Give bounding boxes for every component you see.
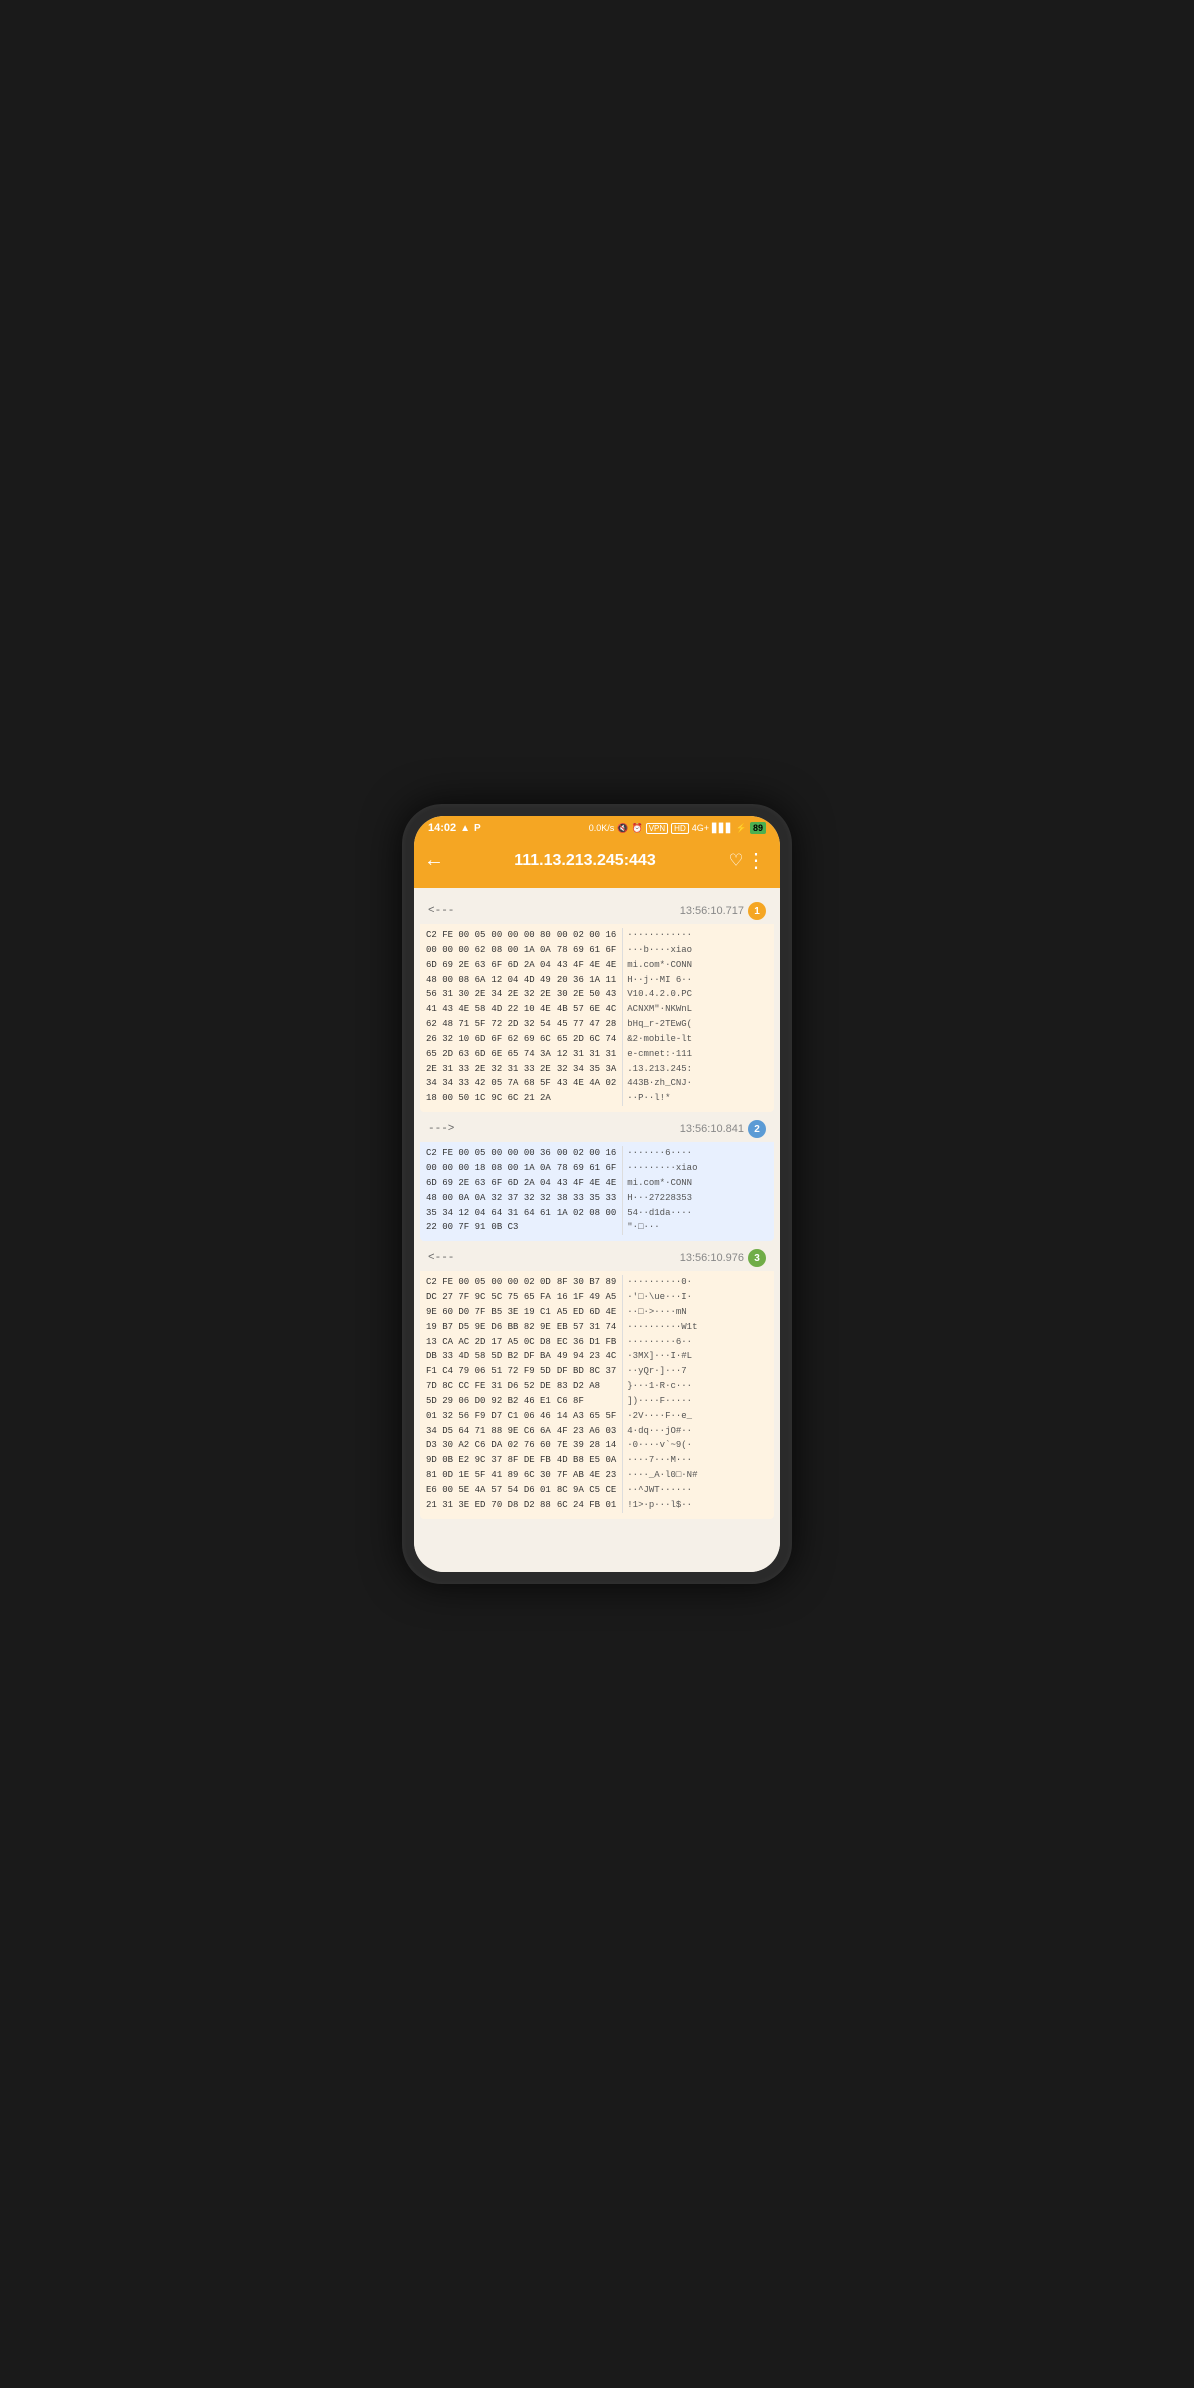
packet-block-2: ---> 13:56:10.841 2 C2 FE 00 05 00 00 00… (420, 1116, 774, 1241)
packet-data-2: C2 FE 00 05 00 00 00 18 6D 69 2E 63 48 0… (420, 1142, 774, 1241)
signal-icon: ▋▋▋ (712, 823, 733, 834)
network-icon: 4G+ (692, 823, 709, 833)
speed-display: 0.0K/s (589, 823, 615, 833)
hex-left-2: C2 FE 00 05 00 00 00 18 6D 69 2E 63 48 0… (426, 1146, 485, 1235)
content-area[interactable]: <--- 13:56:10.717 1 C2 FE 00 05 00 00 00… (414, 888, 780, 1572)
packet-data-1: C2 FE 00 05 00 00 00 62 6D 69 2E 63 48 0… (420, 924, 774, 1112)
ascii-1: ············ ···b····xiao mi.com*·CONN H… (622, 928, 768, 1106)
favorite-button[interactable]: ♡ (728, 846, 744, 876)
packet-data-3: C2 FE 00 05 DC 27 7F 9C 9E 60 D0 7F 19 B… (420, 1271, 774, 1519)
parking-icon: P (474, 823, 481, 834)
phone-frame: 14:02 ▲ P 0.0K/s 🔇 ⏰ VPN HD 4G+ ▋▋▋ ⚡ 89… (402, 804, 792, 1584)
hex-mid-2: 00 00 00 36 08 00 1A 0A 6F 6D 2A 04 32 3… (491, 1146, 550, 1235)
battery-display: 89 (750, 822, 766, 834)
packet-time-badge-2: 13:56:10.841 2 (680, 1120, 766, 1138)
packet-time-2: 13:56:10.841 (680, 1123, 744, 1135)
vpn-badge: VPN (646, 823, 668, 834)
hex-right-3: 8F 30 B7 89 16 1F 49 A5 A5 ED 6D 4E EB 5… (557, 1275, 616, 1513)
hex-mid-1: 00 00 00 80 08 00 1A 0A 6F 6D 2A 04 12 0… (491, 928, 550, 1106)
page-title: 111.13.213.245:443 (442, 852, 728, 870)
packet-header-1: <--- 13:56:10.717 1 (420, 898, 774, 924)
status-right: 0.0K/s 🔇 ⏰ VPN HD 4G+ ▋▋▋ ⚡ 89 (589, 822, 766, 834)
packet-block-1: <--- 13:56:10.717 1 C2 FE 00 05 00 00 00… (420, 898, 774, 1112)
location-icon: ▲ (460, 823, 470, 834)
more-button[interactable]: ⋮ (744, 846, 768, 876)
packet-badge-3: 3 (748, 1249, 766, 1267)
hex-left-1: C2 FE 00 05 00 00 00 62 6D 69 2E 63 48 0… (426, 928, 485, 1106)
hex-left-3: C2 FE 00 05 DC 27 7F 9C 9E 60 D0 7F 19 B… (426, 1275, 485, 1513)
packet-badge-2: 2 (748, 1120, 766, 1138)
ascii-3: ··········0· ·'□·\ue···I· ··□·>····mN ··… (622, 1275, 768, 1513)
packet-badge-1: 1 (748, 902, 766, 920)
packet-block-3: <--- 13:56:10.976 3 C2 FE 00 05 DC 27 7F… (420, 1245, 774, 1519)
back-button[interactable]: ← (426, 848, 442, 875)
ascii-2: ·······6···· ·········xiao mi.com*·CONN … (622, 1146, 768, 1235)
packet-header-3: <--- 13:56:10.976 3 (420, 1245, 774, 1271)
hex-right-2: 00 02 00 16 78 69 61 6F 43 4F 4E 4E 38 3… (557, 1146, 616, 1235)
mute-icon: 🔇 (617, 823, 628, 834)
hex-mid-3: 00 00 02 0D 5C 75 65 FA B5 3E 19 C1 D6 B… (491, 1275, 550, 1513)
status-bar: 14:02 ▲ P 0.0K/s 🔇 ⏰ VPN HD 4G+ ▋▋▋ ⚡ 89 (414, 816, 780, 838)
packet-direction-2: ---> (428, 1123, 454, 1135)
packet-time-badge-3: 13:56:10.976 3 (680, 1249, 766, 1267)
top-bar: ← 111.13.213.245:443 ♡ ⋮ (414, 838, 780, 888)
hd-badge: HD (671, 823, 689, 834)
status-left: 14:02 ▲ P (428, 822, 481, 834)
phone-screen: 14:02 ▲ P 0.0K/s 🔇 ⏰ VPN HD 4G+ ▋▋▋ ⚡ 89… (414, 816, 780, 1572)
packet-direction-3: <--- (428, 1252, 454, 1264)
hex-right-1: 00 02 00 16 78 69 61 6F 43 4F 4E 4E 20 3… (557, 928, 616, 1106)
charging-icon: ⚡ (736, 823, 747, 834)
packet-direction-1: <--- (428, 905, 454, 917)
packet-time-1: 13:56:10.717 (680, 905, 744, 917)
packet-header-2: ---> 13:56:10.841 2 (420, 1116, 774, 1142)
packet-time-badge-1: 13:56:10.717 1 (680, 902, 766, 920)
alarm-icon: ⏰ (632, 823, 643, 834)
time-display: 14:02 (428, 822, 456, 834)
packet-time-3: 13:56:10.976 (680, 1252, 744, 1264)
